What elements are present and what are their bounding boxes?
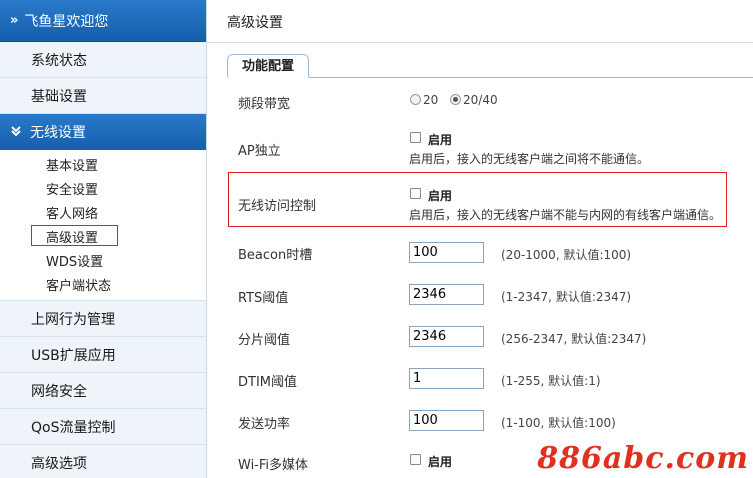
fragment-hint: (256-2347, 默认值:2347) — [501, 332, 647, 346]
dtim-input[interactable] — [409, 368, 484, 389]
radio-20-label: 20 — [423, 93, 439, 107]
submenu-item-guest-network[interactable]: 客人网络 — [0, 200, 206, 224]
sidebar-item-label: QoS流量控制 — [31, 419, 116, 436]
sidebar-item-label: 上网行为管理 — [31, 311, 115, 328]
wmm-enable-label: 启用 — [428, 455, 453, 469]
tab-bar: 功能配置 — [227, 54, 753, 78]
beacon-hint: (20-1000, 默认值:100) — [501, 248, 632, 262]
sidebar-item-network-security[interactable]: 网络安全 — [0, 373, 206, 409]
sidebar-item-usb[interactable]: USB扩展应用 — [0, 337, 206, 373]
wireless-submenu: 基本设置 安全设置 客人网络 高级设置 WDS设置 客户端状态 — [0, 150, 206, 301]
dtim-hint: (1-255, 默认值:1) — [501, 374, 601, 388]
submenu-item-label: WDS设置 — [46, 254, 104, 270]
site-watermark: 886abc.com — [537, 441, 749, 476]
wireless-access-control-checkbox[interactable] — [410, 188, 421, 199]
submenu-item-basic[interactable]: 基本设置 — [0, 152, 206, 176]
submenu-item-label: 安全设置 — [46, 182, 99, 198]
wmm-checkbox[interactable] — [410, 454, 421, 465]
sidebar-header: » 飞鱼星欢迎您 — [0, 0, 206, 42]
sidebar-item-label: 网络安全 — [31, 383, 87, 400]
tx-power-input[interactable] — [409, 410, 484, 431]
ap-isolation-description: 启用后，接入的无线客户端之间将不能通信。 — [409, 152, 650, 166]
submenu-item-label: 客人网络 — [46, 206, 99, 222]
beacon-label: Beacon时槽 — [238, 248, 313, 263]
tab-function-config[interactable]: 功能配置 — [227, 54, 309, 78]
active-highlight-box — [31, 225, 118, 246]
ap-isolation-label: AP独立 — [238, 144, 281, 159]
sidebar-group-wireless[interactable]: 无线设置 — [0, 114, 206, 150]
wireless-access-control-enable-label: 启用 — [428, 189, 453, 203]
page-title: 高级设置 — [207, 0, 753, 43]
main-panel: 高级设置 功能配置 频段带宽 20 20/40 AP独立 启用 启用后，接入的无… — [207, 0, 753, 478]
radio-20-40[interactable] — [450, 94, 461, 105]
sidebar-header-title: 飞鱼星欢迎您 — [24, 13, 109, 30]
sidebar-item-label: 基础设置 — [31, 88, 87, 105]
beacon-input[interactable] — [409, 242, 484, 263]
sidebar: » 飞鱼星欢迎您 系统状态 基础设置 无线设置 基本设置 安全设置 客人网络 高… — [0, 0, 207, 478]
dtim-label: DTIM阈值 — [238, 375, 298, 390]
wireless-access-control-label: 无线访问控制 — [238, 199, 317, 214]
wireless-access-control-description: 启用后，接入的无线客户端不能与内网的有线客户端通信。 — [409, 208, 722, 222]
tx-power-hint: (1-100, 默认值:100) — [501, 416, 616, 430]
ap-isolation-checkbox[interactable] — [410, 132, 421, 143]
sidebar-item-behavior-management[interactable]: 上网行为管理 — [0, 301, 206, 337]
rts-hint: (1-2347, 默认值:2347) — [501, 290, 632, 304]
submenu-item-advanced[interactable]: 高级设置 — [0, 224, 206, 248]
fragment-input[interactable] — [409, 326, 484, 347]
sidebar-item-label: USB扩展应用 — [31, 347, 116, 364]
sidebar-item-label: 高级选项 — [31, 455, 87, 472]
sidebar-item-label: 系统状态 — [31, 52, 87, 69]
sidebar-item-qos[interactable]: QoS流量控制 — [0, 409, 206, 445]
radio-20[interactable] — [410, 94, 421, 105]
sidebar-group-label: 无线设置 — [30, 125, 86, 141]
double-chevron-right-icon: » — [10, 13, 19, 28]
fragment-label: 分片阈值 — [238, 333, 291, 348]
sidebar-item-advanced-options[interactable]: 高级选项 — [0, 445, 206, 478]
wmm-label: Wi-Fi多媒体 — [238, 458, 309, 473]
double-chevron-down-icon — [10, 125, 22, 140]
submenu-item-client-status[interactable]: 客户端状态 — [0, 272, 206, 296]
submenu-item-label: 客户端状态 — [46, 278, 112, 294]
rts-label: RTS阈值 — [238, 291, 289, 306]
sidebar-item-basic-settings[interactable]: 基础设置 — [0, 78, 206, 114]
bandwidth-label: 频段带宽 — [238, 97, 291, 112]
sidebar-item-system-status[interactable]: 系统状态 — [0, 42, 206, 78]
submenu-item-label: 基本设置 — [46, 158, 99, 174]
submenu-item-wds[interactable]: WDS设置 — [0, 248, 206, 272]
ap-isolation-enable-label: 启用 — [428, 133, 453, 147]
rts-input[interactable] — [409, 284, 484, 305]
radio-20-40-label: 20/40 — [463, 93, 498, 107]
tx-power-label: 发送功率 — [238, 417, 291, 432]
submenu-item-security[interactable]: 安全设置 — [0, 176, 206, 200]
